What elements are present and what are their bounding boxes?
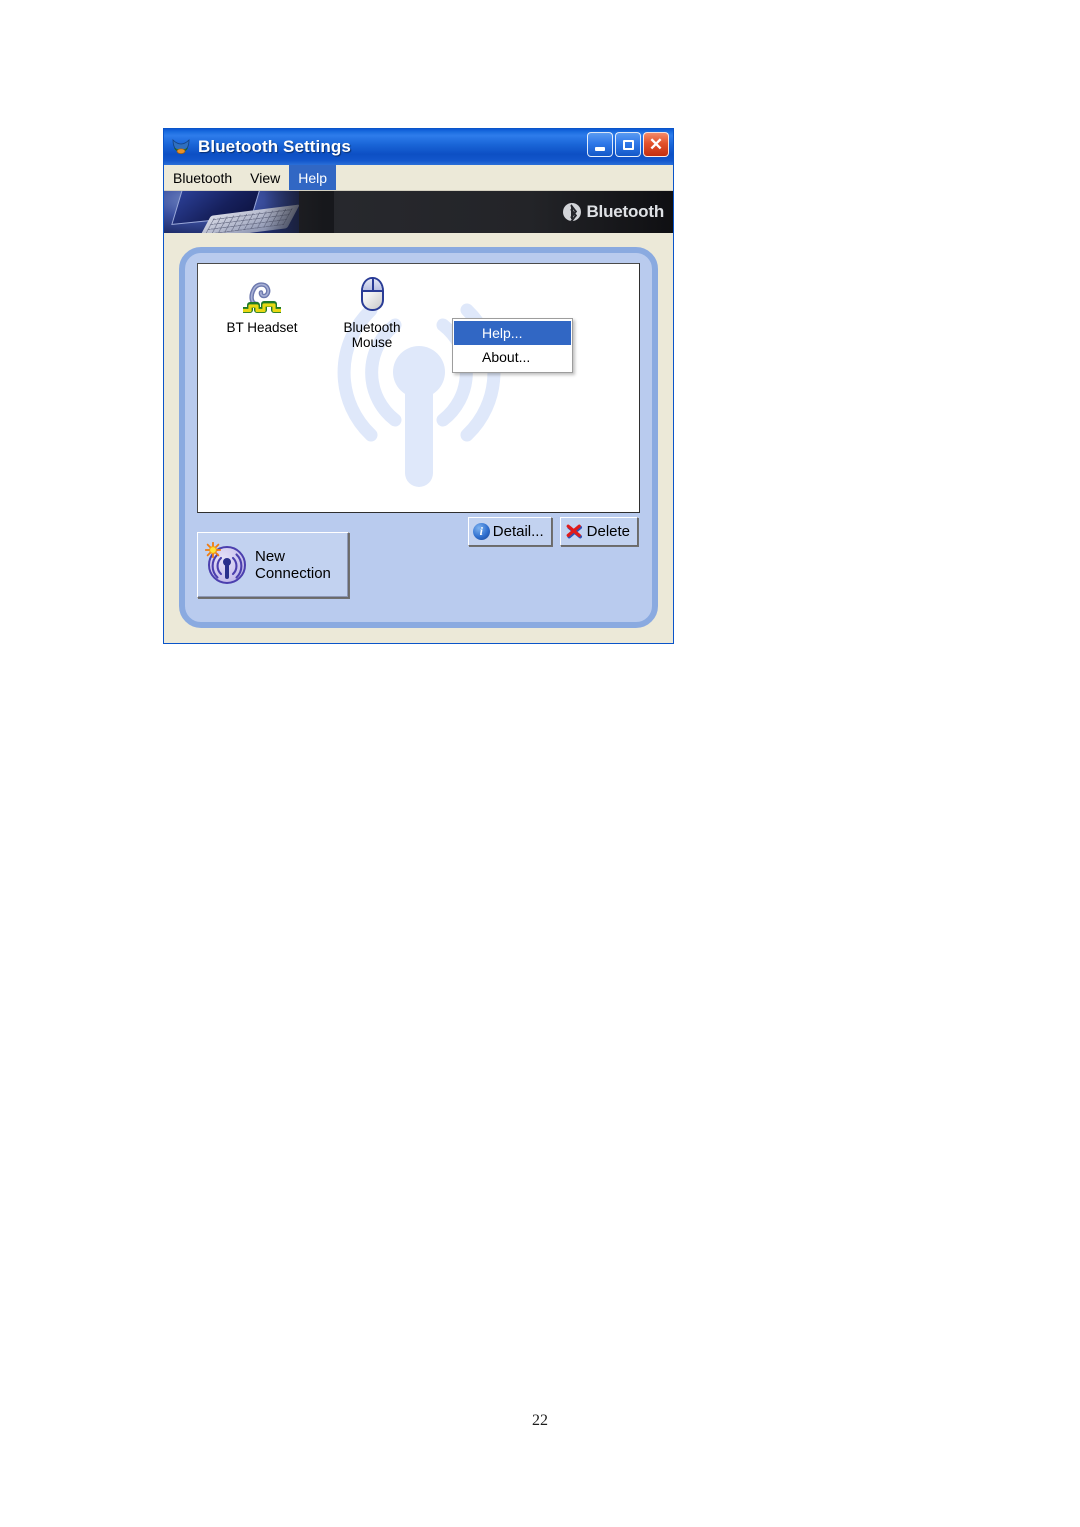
bluetooth-brand-logo: Bluetooth [563,191,664,233]
window-controls: ✕ [587,132,669,157]
device-icon-grid: BT Headset Bluetooth Mouse [216,274,639,350]
menu-item-view[interactable]: View [241,165,289,190]
menu-item-bluetooth[interactable]: Bluetooth [164,165,241,190]
device-list[interactable]: BT Headset Bluetooth Mouse [197,263,640,513]
new-connection-antenna-icon [204,541,249,587]
window-title: Bluetooth Settings [198,137,351,156]
title-bar[interactable]: Bluetooth Settings ✕ [164,129,673,165]
product-banner: Bluetooth [164,191,673,233]
minimize-button[interactable] [587,132,613,157]
banner-fade [264,191,334,233]
sparkle-icon [204,541,222,558]
new-connection-button[interactable]: New Connection [197,531,349,598]
secondary-buttons: i Detail... Delete [467,517,638,546]
menu-bar: Bluetooth View Help [164,165,673,191]
action-button-row: New Connection i Detail... Delete [197,513,640,612]
new-connection-label-line2: Connection [255,564,331,582]
help-dropdown-menu: Help... About... [452,318,573,373]
device-item-bt-headset[interactable]: BT Headset [216,274,308,335]
device-label-line1: Bluetooth [343,320,401,335]
bluetooth-headset-icon [240,274,284,318]
detail-button[interactable]: i Detail... [467,517,552,546]
info-icon: i [472,523,490,540]
window-body: BT Headset Bluetooth Mouse New Connectio… [164,233,673,644]
delete-button-label: Delete [586,523,630,540]
main-panel: BT Headset Bluetooth Mouse New Connectio… [179,247,658,628]
detail-button-label: Detail... [492,523,544,540]
bluetooth-logo-text: Bluetooth [586,202,664,221]
delete-button[interactable]: Delete [559,517,638,546]
close-button[interactable]: ✕ [643,132,669,157]
menu-item-help[interactable]: Help [289,165,337,190]
page-number: 22 [532,1412,548,1429]
new-connection-label-line1: New [255,547,286,565]
device-label: BT Headset [226,320,298,335]
bluetooth-settings-window: Bluetooth Settings ✕ Bluetooth View Help… [163,128,674,644]
device-label-line2: Mouse [351,335,393,350]
device-item-bluetooth-mouse[interactable]: Bluetooth Mouse [326,274,418,350]
menu-option-help[interactable]: Help... [454,321,571,345]
bluetooth-logo-icon [563,203,582,223]
red-x-icon [565,523,584,540]
menu-option-about[interactable]: About... [454,345,571,369]
bluetooth-settings-app-icon [170,136,192,158]
bluetooth-mouse-icon [350,274,394,318]
maximize-button[interactable] [615,132,641,157]
